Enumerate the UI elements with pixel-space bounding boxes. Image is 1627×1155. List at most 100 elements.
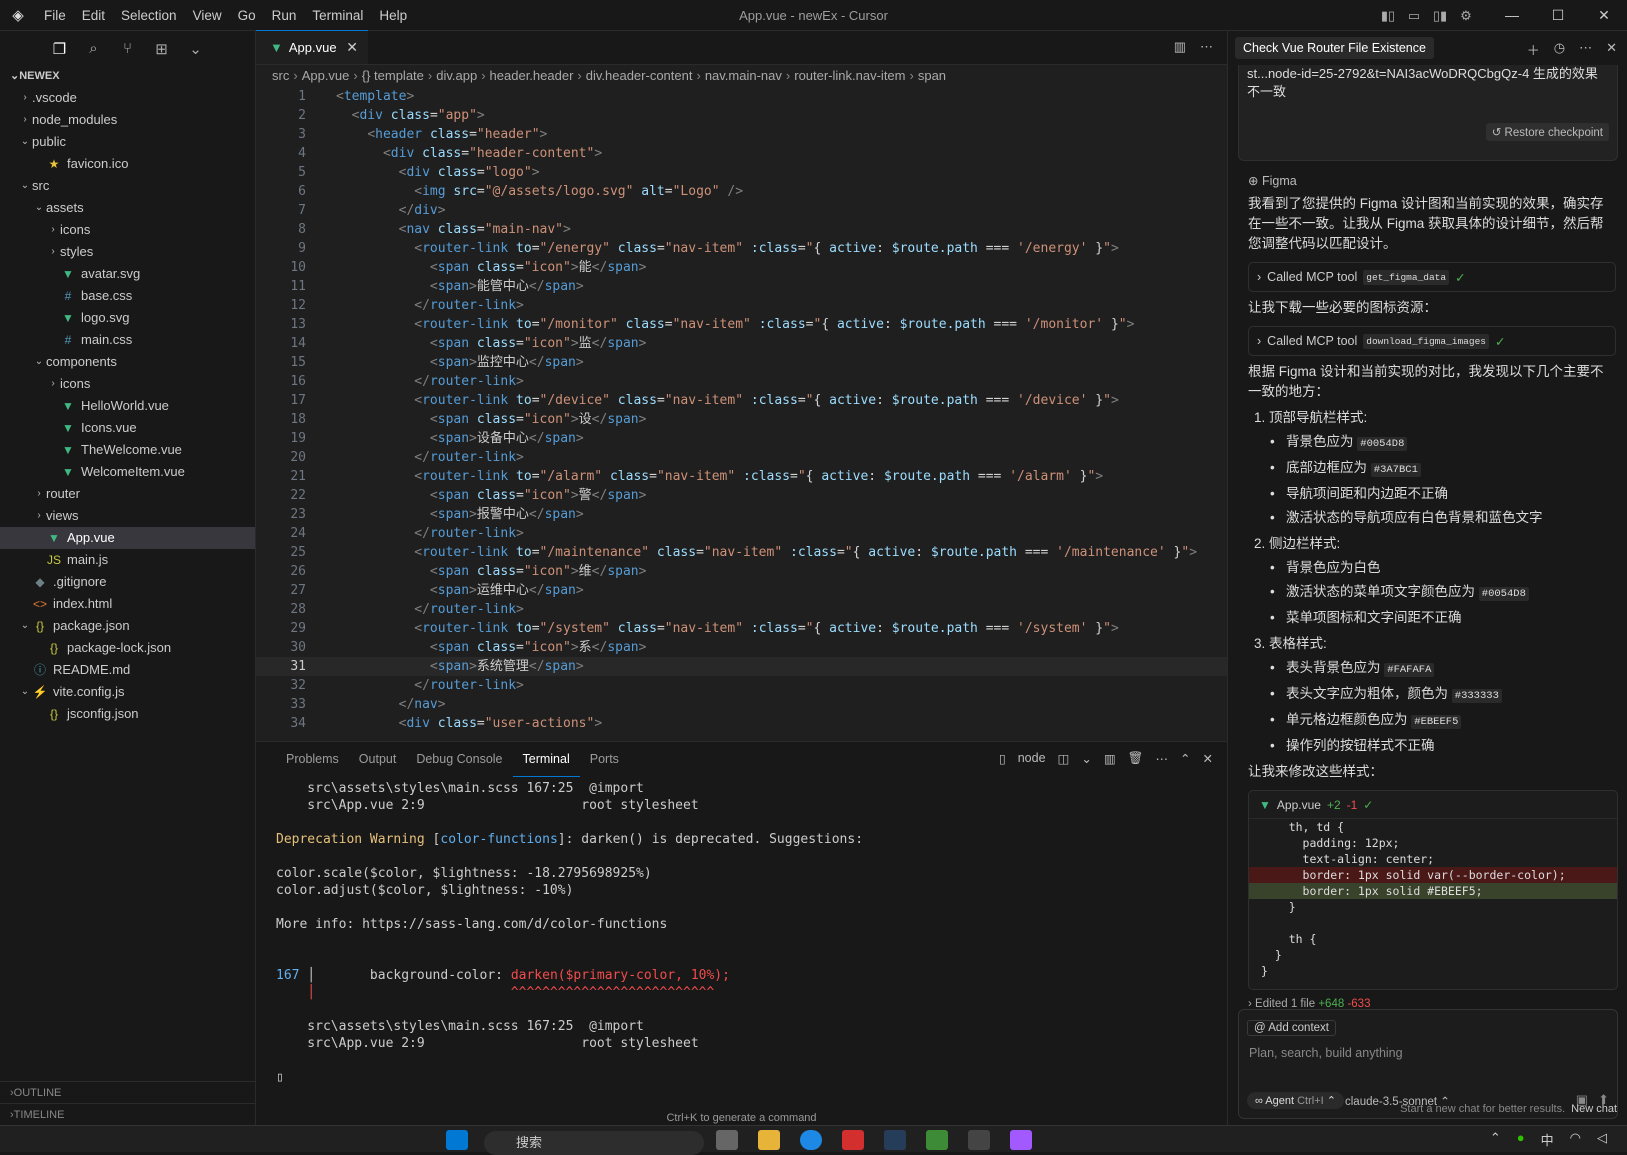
tree-item[interactable]: › icons (0, 219, 255, 241)
code-line[interactable]: 22 <span class="icon">警</span> (256, 486, 1227, 505)
code-line[interactable]: 24 </router-link> (256, 524, 1227, 543)
chevron-down-icon[interactable]: ⌄ (186, 40, 206, 60)
tab-problems[interactable]: Problems (276, 742, 349, 776)
menu-item-edit[interactable]: Edit (74, 0, 113, 31)
taskbar-search[interactable]: 搜索 (484, 1131, 704, 1155)
app-icon[interactable] (926, 1130, 948, 1150)
tree-item[interactable]: ▼ HelloWorld.vue (0, 395, 255, 417)
code-line[interactable]: 17 <router-link to="/device" class="nav-… (256, 391, 1227, 410)
app-icon[interactable] (884, 1130, 906, 1150)
history-icon[interactable]: ◷ (1554, 40, 1565, 59)
tab-app-vue[interactable]: ▼ App.vue ✕ (256, 30, 368, 64)
tree-item[interactable]: {} package-lock.json (0, 637, 255, 659)
tab-output[interactable]: Output (349, 742, 407, 776)
cursor-taskbar-icon[interactable] (968, 1130, 990, 1150)
code-line[interactable]: 29 <router-link to="/system" class="nav-… (256, 619, 1227, 638)
close-panel-icon[interactable]: ✕ (1203, 751, 1213, 766)
tree-item[interactable]: ★ favicon.ico (0, 153, 255, 175)
tree-item[interactable]: ▼ App.vue (0, 527, 255, 549)
trash-icon[interactable]: 🗑 (1128, 751, 1144, 766)
tree-item[interactable]: ⌄ src (0, 175, 255, 197)
tree-item[interactable]: ◆ .gitignore (0, 571, 255, 593)
split-editor-icon[interactable]: ▥ (1174, 39, 1186, 55)
tree-item[interactable]: ⌄ public (0, 131, 255, 153)
code-line[interactable]: 23 <span>报警中心</span> (256, 505, 1227, 524)
extensions-icon[interactable]: ⊞ (152, 40, 172, 60)
more-actions-icon[interactable]: ⋯ (1579, 40, 1592, 59)
code-line[interactable]: 21 <router-link to="/alarm" class="nav-i… (256, 467, 1227, 486)
tree-item[interactable]: ⌄ ⚡ vite.config.js (0, 681, 255, 703)
code-line[interactable]: 7 </div> (256, 201, 1227, 220)
breadcrumb-item[interactable]: header.header (490, 68, 574, 83)
tree-item[interactable]: ▼ Icons.vue (0, 417, 255, 439)
code-line[interactable]: 5 <div class="logo"> (256, 163, 1227, 182)
code-line[interactable]: 10 <span class="icon">能</span> (256, 258, 1227, 277)
tree-item[interactable]: › views (0, 505, 255, 527)
code-line[interactable]: 3 <header class="header"> (256, 125, 1227, 144)
code-line[interactable]: 34 <div class="user-actions"> (256, 714, 1227, 733)
code-line[interactable]: 14 <span class="icon">监</span> (256, 334, 1227, 353)
source-control-icon[interactable]: ⑂ (118, 40, 138, 60)
add-context-button[interactable]: @ Add context (1247, 1020, 1336, 1036)
more-actions-icon[interactable]: ⋯ (1200, 39, 1213, 55)
panel-layout-icon[interactable]: ▥ (1104, 751, 1116, 766)
tree-item[interactable]: ▼ avatar.svg (0, 263, 255, 285)
code-line[interactable]: 6 <img src="@/assets/logo.svg" alt="Logo… (256, 182, 1227, 201)
breadcrumb-item[interactable]: div.header-content (586, 68, 693, 83)
tree-item[interactable]: ▼ logo.svg (0, 307, 255, 329)
search-icon[interactable]: ⌕ (84, 40, 104, 60)
code-line[interactable]: 13 <router-link to="/monitor" class="nav… (256, 315, 1227, 334)
code-line[interactable]: 33 </nav> (256, 695, 1227, 714)
code-line[interactable]: 8 <nav class="main-nav"> (256, 220, 1227, 239)
code-line[interactable]: 28 </router-link> (256, 600, 1227, 619)
tree-item[interactable]: › icons (0, 373, 255, 395)
agent-mode-selector[interactable]: ∞ Agent Ctrl+I ⌃ (1247, 1092, 1344, 1109)
code-line[interactable]: 1 <template> (256, 87, 1227, 106)
file-explorer-icon[interactable] (758, 1130, 780, 1150)
new-chat-button[interactable]: New chat (1571, 1103, 1617, 1115)
code-line[interactable]: 27 <span>运维中心</span> (256, 581, 1227, 600)
tab-terminal[interactable]: Terminal (512, 742, 580, 777)
code-line[interactable]: 2 <div class="app"> (256, 106, 1227, 125)
breadcrumb-item[interactable]: src (272, 68, 289, 83)
breadcrumb-item[interactable]: span (918, 68, 946, 83)
tree-item[interactable]: ▼ WelcomeItem.vue (0, 461, 255, 483)
tab-ports[interactable]: Ports (580, 742, 629, 776)
toggle-chat-icon[interactable]: ▯▮ (1427, 8, 1453, 24)
toggle-sidebar-icon[interactable]: ▮▯ (1375, 8, 1401, 24)
breadcrumb-item[interactable]: router-link.nav-item (794, 68, 905, 83)
code-line[interactable]: 11 <span>能管中心</span> (256, 277, 1227, 296)
menu-item-file[interactable]: File (36, 0, 74, 31)
tree-item[interactable]: › router (0, 483, 255, 505)
tree-item[interactable]: › styles (0, 241, 255, 263)
chevron-down-icon[interactable]: ⌄ (1081, 751, 1091, 766)
windows-start-icon[interactable] (446, 1130, 468, 1150)
volume-icon[interactable]: ◁ (1597, 1130, 1607, 1149)
menu-item-help[interactable]: Help (371, 0, 415, 31)
terminal-shell-label[interactable]: node (1018, 751, 1046, 766)
code-line[interactable]: 26 <span class="icon">维</span> (256, 562, 1227, 581)
breadcrumb-item[interactable]: div.app (436, 68, 477, 83)
split-terminal-icon[interactable]: ◫ (1058, 751, 1070, 766)
tree-item[interactable]: › node_modules (0, 109, 255, 131)
code-line[interactable]: 9 <router-link to="/energy" class="nav-i… (256, 239, 1227, 258)
tree-item[interactable]: {} jsconfig.json (0, 703, 255, 725)
explorer-root[interactable]: ⌄NEWEX (0, 65, 255, 87)
close-tab-icon[interactable]: ✕ (346, 39, 358, 56)
code-line[interactable]: 16 </router-link> (256, 372, 1227, 391)
tree-item[interactable]: ⌄ assets (0, 197, 255, 219)
menu-item-terminal[interactable]: Terminal (304, 0, 371, 31)
code-line[interactable]: 4 <div class="header-content"> (256, 144, 1227, 163)
code-line[interactable]: 30 <span class="icon">系</span> (256, 638, 1227, 657)
chevron-up-icon[interactable]: ⌃ (1490, 1130, 1501, 1149)
minimize-button[interactable]: — (1489, 7, 1535, 24)
tool-call-download-figma-images[interactable]: › Called MCP tool download_figma_images … (1248, 326, 1616, 356)
maximize-panel-icon[interactable]: ⌃ (1180, 751, 1190, 766)
menu-item-run[interactable]: Run (264, 0, 305, 31)
close-chat-icon[interactable]: ✕ (1606, 40, 1617, 59)
menu-item-go[interactable]: Go (230, 0, 264, 31)
chat-tab-title[interactable]: Check Vue Router File Existence (1235, 37, 1434, 59)
timeline-section[interactable]: ›TIMELINE (0, 1103, 256, 1125)
input-language[interactable]: 中 (1541, 1130, 1554, 1149)
settings-gear-icon[interactable]: ⚙ (1453, 8, 1479, 24)
